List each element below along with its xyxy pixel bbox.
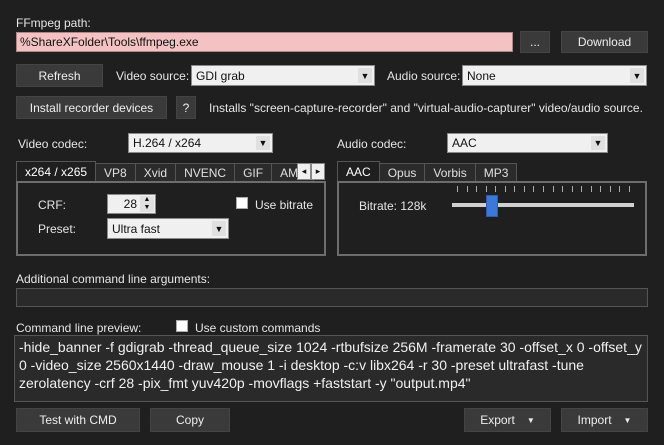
- copy-button[interactable]: Copy: [150, 408, 230, 432]
- slider-tick: [562, 186, 564, 192]
- tab-mp3[interactable]: MP3: [474, 163, 518, 182]
- slider-tick: [600, 186, 602, 192]
- slider-tick: [552, 186, 554, 192]
- use-custom-label: Use custom commands: [195, 321, 321, 335]
- browse-button[interactable]: ...: [520, 31, 550, 53]
- slider-tick: [629, 186, 630, 192]
- chevron-down-icon: ▼: [623, 415, 632, 425]
- ffmpeg-path-input[interactable]: %ShareXFolder\Tools\ffmpeg.exe: [16, 32, 513, 52]
- audio-source-value: None: [467, 68, 496, 83]
- import-label: Import: [577, 413, 612, 427]
- slider-tick: [514, 186, 516, 192]
- audio-codec-tabs: AAC Opus Vorbis MP3: [337, 161, 518, 182]
- preset-select[interactable]: Ultra fast ▼: [107, 218, 229, 239]
- stepper-down-icon[interactable]: ▼: [140, 204, 154, 212]
- video-codec-value: H.264 / x264: [133, 136, 202, 150]
- install-recorder-button[interactable]: Install recorder devices: [16, 96, 167, 119]
- slider-tick: [504, 186, 506, 192]
- crf-value: 28: [123, 197, 137, 211]
- preset-value: Ultra fast: [112, 221, 161, 236]
- slider-thumb[interactable]: [486, 195, 499, 217]
- preview-label: Command line preview:: [16, 321, 142, 335]
- chevron-down-icon: ▼: [526, 415, 535, 425]
- slider-tick: [466, 186, 468, 192]
- video-codec-label: Video codec:: [18, 137, 88, 151]
- slider-tick: [495, 186, 497, 192]
- video-source-select[interactable]: GDI grab ▼: [191, 65, 375, 86]
- crf-label: CRF:: [38, 198, 66, 212]
- tab-aac[interactable]: AAC: [337, 161, 380, 182]
- tab-vp8[interactable]: VP8: [95, 163, 136, 182]
- stepper-up-icon[interactable]: ▲: [140, 196, 154, 204]
- audio-source-label: Audio source:: [387, 69, 461, 83]
- tab-nvenc[interactable]: NVENC: [175, 163, 236, 182]
- additional-args-input[interactable]: [16, 288, 648, 307]
- slider-tick: [581, 186, 583, 192]
- command-preview-textarea[interactable]: -hide_banner -f gdigrab -thread_queue_si…: [14, 335, 648, 402]
- slider-tick: [485, 186, 487, 192]
- additional-args-label: Additional command line arguments:: [16, 272, 211, 286]
- download-button[interactable]: Download: [561, 31, 648, 53]
- use-bitrate-checkbox[interactable]: [236, 197, 248, 209]
- chevron-down-icon: ▼: [358, 68, 372, 83]
- tab-vorbis[interactable]: Vorbis: [424, 163, 476, 182]
- export-label: Export: [480, 413, 515, 427]
- ffmpeg-path-label: FFmpeg path:: [16, 16, 91, 30]
- import-button[interactable]: Import ▼: [561, 408, 648, 432]
- scroll-left-icon[interactable]: ◂: [297, 163, 311, 180]
- slider-tick: [533, 186, 535, 192]
- crf-stepper[interactable]: 28 ▲ ▼: [107, 194, 156, 214]
- audio-source-select[interactable]: None ▼: [462, 65, 647, 86]
- slider-tick: [543, 186, 544, 192]
- use-bitrate-label: Use bitrate: [255, 198, 314, 212]
- slider-tick: [571, 186, 573, 192]
- audio-codec-label: Audio codec:: [337, 137, 407, 151]
- tab-opus[interactable]: Opus: [378, 163, 426, 182]
- slider-tick: [590, 186, 592, 192]
- video-source-label: Video source:: [116, 69, 190, 83]
- help-button[interactable]: ?: [176, 96, 196, 119]
- tab-gif[interactable]: GIF: [234, 163, 273, 182]
- tab-x264-x265[interactable]: x264 / x265: [16, 161, 97, 182]
- slider-tick: [523, 186, 525, 192]
- chevron-down-icon: ▼: [591, 136, 605, 150]
- preset-label: Preset:: [38, 222, 77, 236]
- slider-tick: [476, 186, 478, 192]
- chevron-down-icon: ▼: [256, 136, 270, 150]
- chevron-down-icon: ▼: [212, 221, 226, 236]
- use-custom-checkbox[interactable]: [176, 320, 188, 332]
- slider-tick: [619, 186, 621, 192]
- export-button[interactable]: Export ▼: [464, 408, 551, 432]
- chevron-down-icon: ▼: [630, 68, 644, 83]
- audio-codec-select[interactable]: AAC ▼: [447, 133, 608, 153]
- tab-scroll-buttons: ◂ ▸: [297, 163, 325, 180]
- video-source-value: GDI grab: [196, 68, 245, 83]
- bitrate-label: Bitrate: 128k: [359, 199, 427, 213]
- video-codec-select[interactable]: H.264 / x264 ▼: [128, 133, 273, 153]
- slider-tick: [609, 186, 611, 192]
- install-description: Installs "screen-capture-recorder" and "…: [209, 101, 643, 115]
- slider-ticks: [452, 186, 634, 194]
- slider-track: [452, 203, 634, 207]
- scroll-right-icon[interactable]: ▸: [311, 163, 325, 180]
- audio-codec-value: AAC: [452, 136, 477, 150]
- refresh-button[interactable]: Refresh: [16, 64, 103, 87]
- video-codec-tabs: x264 / x265 VP8 Xvid NVENC GIF AMF: [16, 161, 315, 182]
- tab-xvid[interactable]: Xvid: [134, 163, 177, 182]
- test-with-cmd-button[interactable]: Test with CMD: [16, 408, 140, 432]
- slider-tick: [457, 186, 458, 192]
- bitrate-slider[interactable]: [452, 186, 634, 226]
